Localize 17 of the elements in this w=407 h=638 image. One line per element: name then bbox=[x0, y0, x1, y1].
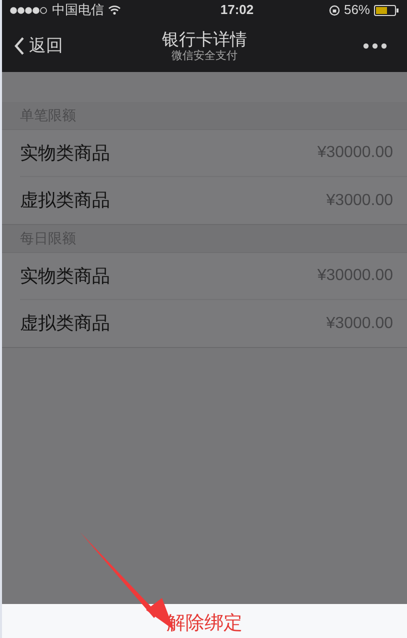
back-button[interactable]: 返回 bbox=[14, 33, 63, 59]
page-title: 银行卡详情 bbox=[162, 28, 247, 50]
chevron-left-icon bbox=[14, 37, 25, 55]
battery-icon bbox=[374, 4, 399, 16]
more-icon bbox=[363, 43, 387, 49]
status-time: 17:02 bbox=[219, 1, 254, 20]
battery-percent: 56% bbox=[344, 1, 370, 20]
item-label: 虚拟类商品 bbox=[20, 312, 110, 335]
item-label: 实物类商品 bbox=[20, 264, 110, 288]
item-label: 虚拟类商品 bbox=[20, 189, 110, 212]
wifi-icon bbox=[108, 5, 121, 15]
item-label: 实物类商品 bbox=[20, 142, 110, 164]
signal-icon bbox=[10, 6, 48, 14]
more-button[interactable] bbox=[363, 43, 387, 49]
rotation-lock-icon bbox=[328, 4, 340, 16]
carrier-name: 中国电信 bbox=[52, 1, 104, 20]
page-subtitle: 微信安全支付 bbox=[172, 50, 238, 64]
